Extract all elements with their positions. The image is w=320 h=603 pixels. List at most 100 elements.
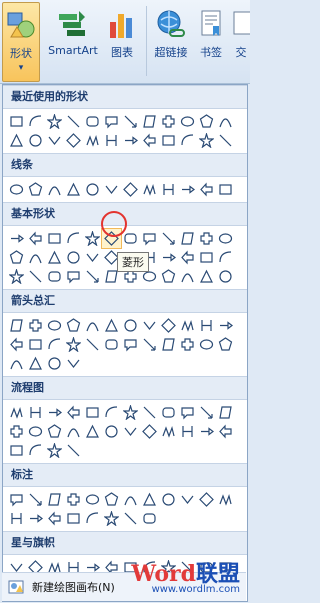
shape-item[interactable] <box>102 490 121 509</box>
shape-item[interactable] <box>140 112 159 131</box>
shape-item[interactable] <box>64 229 83 248</box>
shape-item[interactable] <box>121 180 140 199</box>
shape-item[interactable] <box>83 422 102 441</box>
shape-item[interactable] <box>7 180 26 199</box>
shape-item[interactable] <box>178 267 197 286</box>
shape-item[interactable] <box>197 335 216 354</box>
shape-item[interactable] <box>83 229 102 248</box>
shape-item[interactable] <box>121 335 140 354</box>
shape-item[interactable] <box>216 490 235 509</box>
shape-item[interactable] <box>26 180 45 199</box>
shape-item[interactable] <box>197 403 216 422</box>
shape-item[interactable] <box>45 180 64 199</box>
shape-item[interactable] <box>216 131 235 150</box>
shape-item[interactable] <box>102 131 121 150</box>
shape-item[interactable] <box>45 490 64 509</box>
shape-item[interactable] <box>26 422 45 441</box>
shape-item[interactable] <box>26 354 45 373</box>
shape-item[interactable] <box>45 403 64 422</box>
shape-item[interactable] <box>178 248 197 267</box>
shape-item[interactable] <box>178 229 197 248</box>
shape-item[interactable] <box>26 509 45 528</box>
shape-item[interactable] <box>26 490 45 509</box>
shape-item[interactable] <box>216 403 235 422</box>
shape-item[interactable] <box>7 403 26 422</box>
shape-item[interactable] <box>140 229 159 248</box>
shape-item[interactable] <box>64 403 83 422</box>
shape-item[interactable] <box>45 509 64 528</box>
smartart-button[interactable]: SmartArt <box>44 2 102 80</box>
shape-item[interactable] <box>64 131 83 150</box>
shape-item[interactable] <box>83 267 102 286</box>
shape-item[interactable] <box>159 131 178 150</box>
shape-item[interactable] <box>45 112 64 131</box>
shape-item[interactable] <box>140 131 159 150</box>
shape-item[interactable] <box>64 509 83 528</box>
shape-item[interactable] <box>216 112 235 131</box>
shape-item[interactable] <box>140 180 159 199</box>
shape-item[interactable] <box>26 131 45 150</box>
shape-item[interactable] <box>121 316 140 335</box>
shape-item[interactable] <box>45 267 64 286</box>
shape-item[interactable] <box>7 335 26 354</box>
shape-item[interactable] <box>64 248 83 267</box>
shape-item[interactable] <box>140 490 159 509</box>
shape-item[interactable] <box>140 422 159 441</box>
shape-item[interactable] <box>102 422 121 441</box>
shape-item[interactable] <box>178 490 197 509</box>
shape-item[interactable] <box>83 316 102 335</box>
shape-item[interactable] <box>64 422 83 441</box>
shape-item[interactable] <box>159 229 178 248</box>
shape-item[interactable] <box>7 229 26 248</box>
shapes-button[interactable]: 形状 ▾ <box>2 2 40 82</box>
shape-item[interactable] <box>121 403 140 422</box>
shape-item[interactable] <box>197 490 216 509</box>
shape-item[interactable] <box>102 112 121 131</box>
shape-item[interactable] <box>216 316 235 335</box>
shape-item[interactable] <box>197 131 216 150</box>
shape-item[interactable] <box>121 131 140 150</box>
shape-item[interactable] <box>121 422 140 441</box>
shape-item[interactable] <box>159 112 178 131</box>
shape-item[interactable] <box>197 422 216 441</box>
shape-item[interactable] <box>216 248 235 267</box>
shape-item[interactable] <box>159 490 178 509</box>
shape-item[interactable] <box>26 267 45 286</box>
shape-item[interactable] <box>26 335 45 354</box>
shape-item[interactable] <box>45 248 64 267</box>
shape-item[interactable] <box>7 422 26 441</box>
hyperlink-button[interactable]: 超链接 <box>151 2 191 80</box>
chart-button[interactable]: 图表 <box>104 2 140 80</box>
shape-item[interactable] <box>159 422 178 441</box>
shape-item[interactable] <box>26 229 45 248</box>
shape-item[interactable] <box>159 248 178 267</box>
shape-item[interactable] <box>26 248 45 267</box>
shape-item[interactable] <box>64 354 83 373</box>
shape-item[interactable] <box>121 490 140 509</box>
shape-item[interactable] <box>178 335 197 354</box>
shape-item[interactable] <box>178 422 197 441</box>
shape-item[interactable] <box>140 316 159 335</box>
shape-item[interactable] <box>45 335 64 354</box>
shape-item[interactable] <box>197 316 216 335</box>
shape-item[interactable] <box>102 509 121 528</box>
shape-item[interactable] <box>216 335 235 354</box>
shape-item[interactable] <box>216 180 235 199</box>
cross-reference-button[interactable]: 交 <box>232 2 250 80</box>
shape-item[interactable] <box>178 180 197 199</box>
shape-item[interactable] <box>26 441 45 460</box>
bookmark-button[interactable]: 书签 <box>195 2 227 80</box>
shape-item[interactable] <box>83 403 102 422</box>
shape-item[interactable] <box>216 229 235 248</box>
shape-item[interactable] <box>64 267 83 286</box>
shape-item[interactable] <box>64 335 83 354</box>
shape-item[interactable] <box>7 441 26 460</box>
shape-item[interactable] <box>7 490 26 509</box>
shape-item[interactable] <box>121 509 140 528</box>
shape-item[interactable] <box>7 112 26 131</box>
shape-item[interactable] <box>83 112 102 131</box>
shape-item[interactable] <box>45 354 64 373</box>
shape-item[interactable] <box>64 490 83 509</box>
shape-item[interactable] <box>102 403 121 422</box>
shape-item[interactable] <box>159 316 178 335</box>
